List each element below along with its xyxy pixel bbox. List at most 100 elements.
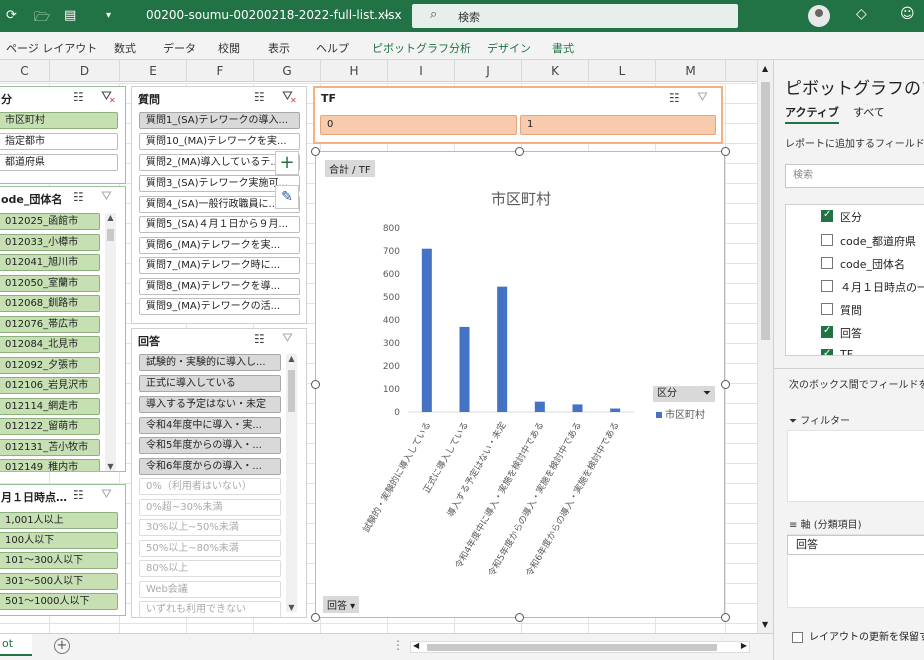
column-header[interactable]: E xyxy=(120,60,187,82)
multi-select-icon[interactable]: ☷ xyxy=(669,91,680,105)
bar[interactable] xyxy=(421,248,432,412)
slicer-item[interactable]: 都道府県 xyxy=(0,154,118,171)
bar[interactable] xyxy=(459,326,470,412)
slicer-item[interactable]: 101～300人以下 xyxy=(0,552,118,569)
slicer-item[interactable]: 012114_網走市 xyxy=(0,398,100,415)
column-header[interactable]: M xyxy=(656,60,726,82)
scroll-up-icon[interactable]: ▲ xyxy=(762,64,768,73)
pivot-chart[interactable]: 合計 / TF 市区町村 0 100 200 300 400 500 600 700 800 試験… xyxy=(315,151,725,618)
tab-active-fields[interactable]: アクティブ xyxy=(785,104,839,124)
slicer-kubun[interactable]: 分 ☷ ⛛ ✕ 市区町村 指定都市 都道府県 xyxy=(0,86,126,184)
clear-filter-icon[interactable]: ⛛ xyxy=(101,189,112,204)
defer-checkbox[interactable] xyxy=(792,631,803,643)
slicer-item[interactable]: 0%（利用者はいない） xyxy=(139,478,281,495)
slicer-item[interactable]: 012131_苫小牧市 xyxy=(0,439,100,456)
slicer-jiten[interactable]: 月１日時点… ☷ ⛛ 1,001人以上 100人以下 101～300人以下 30… xyxy=(0,484,126,616)
field-checkbox[interactable] xyxy=(821,257,833,269)
tab-design[interactable]: デザイン xyxy=(487,40,531,56)
multi-select-icon[interactable]: ☷ xyxy=(73,488,84,502)
slicer-item[interactable]: 質問5_(SA)４月１日から９月... xyxy=(139,216,300,233)
tab-page-layout[interactable]: ページ レイアウト xyxy=(6,40,97,56)
tab-split-handle-icon[interactable]: ⋮ xyxy=(392,638,404,652)
bar[interactable] xyxy=(572,404,583,412)
bar[interactable] xyxy=(534,401,545,412)
tab-help[interactable]: ヘルプ xyxy=(316,40,349,56)
slicer-item[interactable]: 導入する予定はない・未定 xyxy=(139,396,281,413)
column-header[interactable]: K xyxy=(522,60,589,82)
slicer-tf[interactable]: TF ☷ ⛛ 0 1 xyxy=(313,86,723,144)
column-header[interactable]: I xyxy=(388,60,455,82)
open-folder-icon[interactable]: 🗁 xyxy=(34,8,50,30)
slicer-scrollbar[interactable]: ▲ ▼ xyxy=(286,354,297,612)
field-item[interactable]: 区分 xyxy=(840,209,862,225)
slicer-item[interactable]: 指定都市 xyxy=(0,133,118,150)
clear-filter-icon[interactable]: ⛛ xyxy=(282,331,293,346)
file-name[interactable]: 00200-soumu-00200218-2022-full-list.xlsx xyxy=(146,8,402,22)
field-item[interactable]: TF xyxy=(840,348,853,355)
field-list[interactable]: 区分 code_都道府県 code_団体名 ４月１日時点の一 質問 回答 TF xyxy=(785,204,924,356)
column-header[interactable]: C xyxy=(0,60,50,82)
add-sheet-icon[interactable]: + xyxy=(54,638,70,654)
avatar[interactable] xyxy=(808,5,830,27)
legend-field-button[interactable]: 区分 ⏷ xyxy=(653,386,715,402)
field-checkbox[interactable] xyxy=(821,303,833,315)
scroll-thumb[interactable] xyxy=(288,370,295,412)
column-header[interactable]: F xyxy=(187,60,254,82)
slicer-item[interactable]: 質問8_(MA)テレワークを導... xyxy=(139,278,300,295)
multi-select-icon[interactable]: ☷ xyxy=(254,332,265,346)
scroll-thumb[interactable] xyxy=(761,82,770,340)
column-header[interactable]: D xyxy=(50,60,120,82)
bar[interactable] xyxy=(610,408,621,412)
chart-elements-plus-icon[interactable]: + xyxy=(275,151,299,175)
scroll-thumb[interactable] xyxy=(107,229,114,241)
slicer-item[interactable]: 1 xyxy=(520,115,716,135)
field-checkbox[interactable] xyxy=(821,348,833,355)
legend-entry[interactable]: 市区町村 xyxy=(656,406,705,421)
filter-drop-area[interactable] xyxy=(787,430,924,502)
slicer-item[interactable]: 令和4年度中に導入・実... xyxy=(139,417,281,434)
slicer-item[interactable]: 質問1_(SA)テレワークの導入... xyxy=(139,112,300,129)
resize-handle[interactable] xyxy=(721,147,730,156)
slicer-item[interactable]: 試験的・実験的に導入し... xyxy=(139,354,281,371)
scroll-up-icon[interactable]: ▲ xyxy=(105,213,116,222)
resize-handle[interactable] xyxy=(721,380,730,389)
sheet-vertical-scrollbar[interactable]: ▲ ▼ xyxy=(757,60,773,633)
sheet-tab[interactable]: ot xyxy=(0,634,32,656)
premium-diamond-icon[interactable]: ◇ xyxy=(856,6,867,22)
field-checkbox[interactable] xyxy=(821,280,833,292)
axis-field-button[interactable]: 回答 ▾ xyxy=(323,596,360,613)
slicer-item[interactable]: 1,001人以上 xyxy=(0,512,118,529)
column-header[interactable]: L xyxy=(589,60,656,82)
slicer-kaitou[interactable]: 回答 ☷ ⛛ 試験的・実験的に導入し... 正式に導入している 導入する予定はな… xyxy=(131,328,307,618)
field-checkbox[interactable] xyxy=(821,209,833,222)
slicer-item[interactable]: 市区町村 xyxy=(0,112,118,129)
slicer-item[interactable]: 30%以上~50%未満 xyxy=(139,519,281,536)
field-checkbox[interactable] xyxy=(821,234,833,246)
resize-handle[interactable] xyxy=(311,147,320,156)
customize-qat-icon[interactable]: ▾ xyxy=(106,10,111,21)
field-item[interactable]: code_都道府県 xyxy=(840,233,916,249)
slicer-item[interactable]: 012068_釧路市 xyxy=(0,295,100,312)
slicer-item[interactable]: 50%以上~80%未満 xyxy=(139,540,281,557)
column-header[interactable]: G xyxy=(254,60,321,82)
slicer-item[interactable]: 質問6_(MA)テレワークを実... xyxy=(139,237,300,254)
tab-pivotchart-analyze[interactable]: ピボットグラフ分析 xyxy=(372,40,471,56)
slicer-item[interactable]: 012041_旭川市 xyxy=(0,254,100,271)
save-icon[interactable]: ▤ xyxy=(64,8,76,23)
slicer-item[interactable]: 301～500人以下 xyxy=(0,573,118,590)
column-header[interactable]: J xyxy=(455,60,522,82)
slicer-item[interactable]: 012050_室蘭市 xyxy=(0,275,100,292)
bar[interactable] xyxy=(497,286,508,412)
slicer-item[interactable]: 012025_函館市 xyxy=(0,213,100,230)
resize-handle[interactable] xyxy=(515,613,524,622)
slicer-item[interactable]: 質問10_(MA)テレワークを実... xyxy=(139,133,300,150)
search-box[interactable]: ⌕ 検索 xyxy=(412,4,738,28)
slicer-item[interactable]: 012084_北見市 xyxy=(0,336,100,353)
sheet-horizontal-scrollbar[interactable]: ◀ ▶ xyxy=(410,641,750,653)
column-header[interactable]: H xyxy=(321,60,388,82)
slicer-item[interactable]: 0%超~30%未満 xyxy=(139,499,281,516)
resize-handle[interactable] xyxy=(311,613,320,622)
axis-field-item[interactable]: 回答 ▾ xyxy=(787,535,924,555)
multi-select-icon[interactable]: ☷ xyxy=(254,90,265,104)
slicer-item[interactable]: 質問9_(MA)テレワークの活... xyxy=(139,298,300,315)
